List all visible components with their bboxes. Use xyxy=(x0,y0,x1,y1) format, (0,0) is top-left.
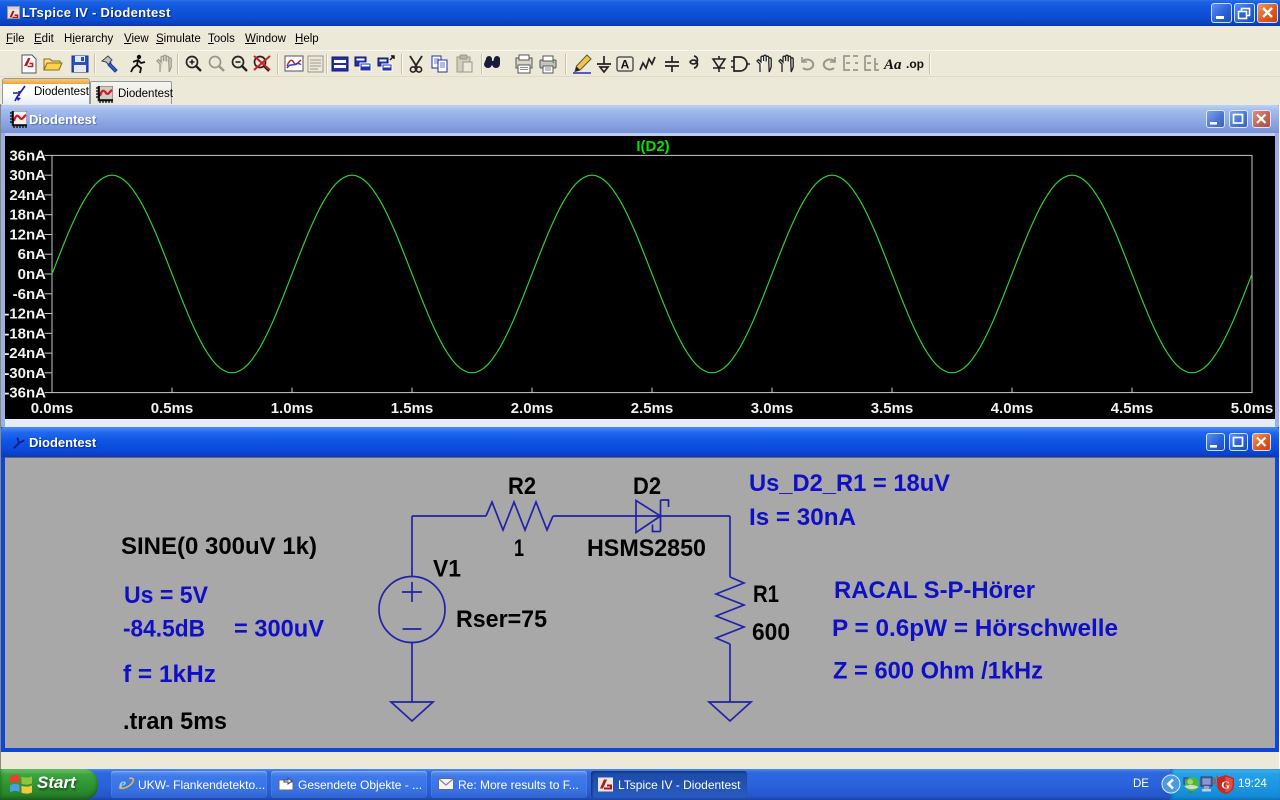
svg-text:-84.5dB: -84.5dB xyxy=(123,616,205,643)
svg-text:R1: R1 xyxy=(753,581,779,608)
svg-text:A: A xyxy=(621,58,630,72)
svg-text:6nA: 6nA xyxy=(18,246,47,263)
svg-text:SINE(0 300uV 1k): SINE(0 300uV 1k) xyxy=(121,533,317,560)
svg-text:1.5ms: 1.5ms xyxy=(391,400,434,417)
svg-text:24nA: 24nA xyxy=(9,187,46,204)
svg-text:G: G xyxy=(1221,780,1230,792)
svg-text:Aa: Aa xyxy=(883,57,902,73)
svg-text:.tran 5ms: .tran 5ms xyxy=(123,708,227,735)
svg-text:3.0ms: 3.0ms xyxy=(751,400,794,417)
svg-text:30nA: 30nA xyxy=(9,167,46,184)
svg-text:-12nA: -12nA xyxy=(5,306,46,323)
svg-text:Z = 600 Ohm /1kHz: Z = 600 Ohm /1kHz xyxy=(833,658,1043,685)
svg-text:2.5ms: 2.5ms xyxy=(631,400,674,417)
svg-text:0nA: 0nA xyxy=(18,266,47,283)
svg-text:-30nA: -30nA xyxy=(5,365,46,382)
svg-text:1: 1 xyxy=(514,535,524,562)
svg-text:Is = 30nA: Is = 30nA xyxy=(749,504,856,531)
svg-text:0.0ms: 0.0ms xyxy=(31,400,74,417)
svg-text:2.0ms: 2.0ms xyxy=(511,400,554,417)
svg-text:12nA: 12nA xyxy=(9,227,46,244)
svg-text:I(D2): I(D2) xyxy=(636,138,669,155)
svg-text:R2: R2 xyxy=(508,473,536,500)
svg-text:3.5ms: 3.5ms xyxy=(871,400,914,417)
svg-text:0.5ms: 0.5ms xyxy=(151,400,194,417)
svg-text:Us = 5V: Us = 5V xyxy=(124,582,208,609)
svg-text:-18nA: -18nA xyxy=(5,325,46,342)
svg-text:V1: V1 xyxy=(433,556,461,583)
svg-text:.op: .op xyxy=(906,57,924,71)
svg-text:5.0ms: 5.0ms xyxy=(1231,400,1274,417)
svg-text:P = 0.6pW = Hörschwelle: P = 0.6pW = Hörschwelle xyxy=(832,615,1118,642)
svg-text:4.5ms: 4.5ms xyxy=(1111,400,1154,417)
svg-text:D2: D2 xyxy=(633,473,661,500)
svg-text:Rser=75: Rser=75 xyxy=(456,606,547,633)
svg-text:1.0ms: 1.0ms xyxy=(271,400,314,417)
svg-text:600: 600 xyxy=(752,619,790,646)
svg-text:e: e xyxy=(119,776,126,793)
svg-text:HSMS2850: HSMS2850 xyxy=(587,535,706,562)
svg-text:= 300uV: = 300uV xyxy=(234,616,324,643)
svg-text:18nA: 18nA xyxy=(9,207,46,224)
svg-text:f = 1kHz: f = 1kHz xyxy=(123,661,216,688)
svg-text:RACAL S-P-Hörer: RACAL S-P-Hörer xyxy=(834,577,1035,604)
svg-text:-24nA: -24nA xyxy=(5,345,46,362)
svg-text:4.0ms: 4.0ms xyxy=(991,400,1034,417)
svg-text:36nA: 36nA xyxy=(9,147,46,164)
svg-text:-6nA: -6nA xyxy=(13,286,47,303)
svg-text:Us_D2_R1 = 18uV: Us_D2_R1 = 18uV xyxy=(749,470,950,497)
